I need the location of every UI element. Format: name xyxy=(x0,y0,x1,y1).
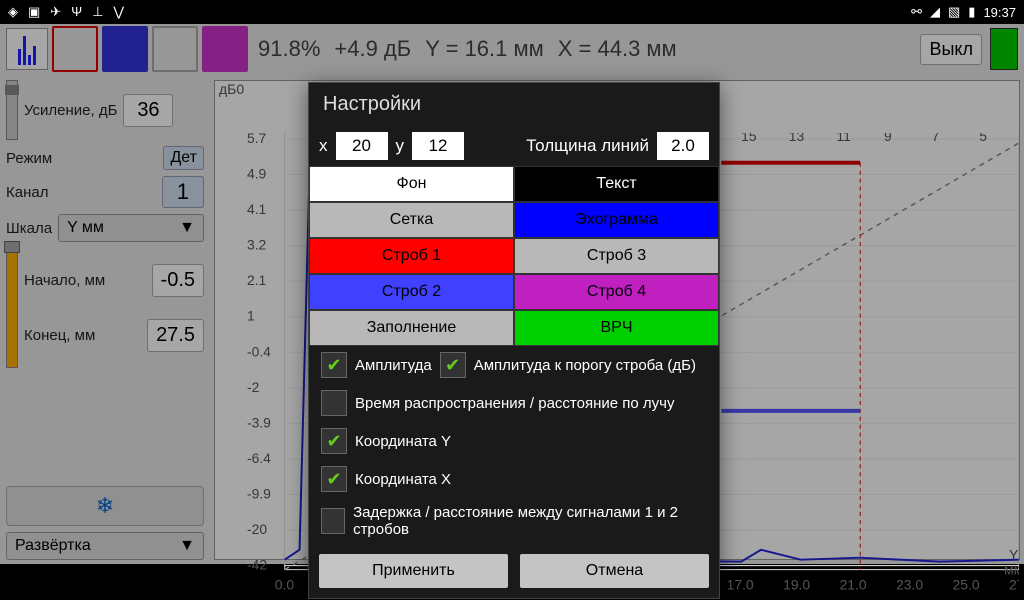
color-Заполнение[interactable]: Заполнение xyxy=(309,310,514,346)
apply-button[interactable]: Применить xyxy=(319,554,508,588)
checkbox[interactable]: ✔ xyxy=(440,352,466,378)
rocket-icon: ✈ xyxy=(50,4,61,20)
bluetooth-icon: ⚯ xyxy=(911,4,922,20)
check-label: Амплитуда xyxy=(355,357,432,374)
color-Строб 1[interactable]: Строб 1 xyxy=(309,238,514,274)
color-Строб 3[interactable]: Строб 3 xyxy=(514,238,719,274)
color-Строб 2[interactable]: Строб 2 xyxy=(309,274,514,310)
check-label: Координата Y xyxy=(355,433,451,450)
color-grid: ФонТекстСеткаЭхограммаСтроб 1Строб 3Стро… xyxy=(309,166,719,346)
svg-text:21.0: 21.0 xyxy=(840,576,867,592)
checkbox[interactable]: ✔ xyxy=(321,352,347,378)
thickness-input[interactable] xyxy=(657,132,709,160)
svg-text:17.0: 17.0 xyxy=(727,576,754,592)
color-Текст[interactable]: Текст xyxy=(514,166,719,202)
usb-icon: Ψ xyxy=(71,4,82,20)
wifi-icon: ◢ xyxy=(930,4,940,20)
settings-dialog: Настройки x y Толщина линий ФонТекстСетк… xyxy=(308,82,720,599)
check-label: Задержка / расстояние между сигналами 1 … xyxy=(353,504,707,538)
sync-icon: ⋁ xyxy=(113,4,124,20)
check-label: Координата X xyxy=(355,471,451,488)
checkbox[interactable] xyxy=(321,508,345,534)
android-status-bar: ◈ ▣ ✈ Ψ ⊥ ⋁ ⚯ ◢ ▧ ▮ 19:37 xyxy=(0,0,1024,24)
color-Сетка[interactable]: Сетка xyxy=(309,202,514,238)
color-Фон[interactable]: Фон xyxy=(309,166,514,202)
x-input[interactable] xyxy=(336,132,388,160)
svg-text:25.0: 25.0 xyxy=(953,576,980,592)
checkbox[interactable]: ✔ xyxy=(321,428,347,454)
checkbox[interactable]: ✔ xyxy=(321,466,347,492)
cancel-button[interactable]: Отмена xyxy=(520,554,709,588)
x-label: x xyxy=(319,136,328,156)
dialog-title: Настройки xyxy=(309,83,719,126)
color-ВРЧ[interactable]: ВРЧ xyxy=(514,310,719,346)
svg-text:0.0: 0.0 xyxy=(275,576,295,592)
checkbox[interactable] xyxy=(321,390,347,416)
check-row: ✔ Амплитуда ✔ Амплитуда к порогу строба (дБ… xyxy=(309,346,719,384)
image-icon: ▣ xyxy=(28,4,40,20)
svg-text:27.0: 27.0 xyxy=(1009,576,1019,592)
mic-icon: ⊥ xyxy=(92,4,103,20)
svg-text:19.0: 19.0 xyxy=(783,576,810,592)
check-row: Задержка / расстояние между сигналами 1 … xyxy=(309,498,719,544)
check-row: Время распространения / расстояние по лу… xyxy=(309,384,719,422)
y-label: y xyxy=(396,136,405,156)
check-label: Время распространения / расстояние по лу… xyxy=(355,395,674,412)
y-input[interactable] xyxy=(412,132,464,160)
svg-text:23.0: 23.0 xyxy=(896,576,923,592)
thickness-label: Толщина линий xyxy=(526,136,649,156)
color-Эхограмма[interactable]: Эхограмма xyxy=(514,202,719,238)
check-label: Амплитуда к порогу строба (дБ) xyxy=(474,357,696,374)
check-row: ✔ Координата Y xyxy=(309,422,719,460)
signal-icon: ▧ xyxy=(948,4,960,20)
clock: 19:37 xyxy=(983,5,1016,20)
status-icon: ◈ xyxy=(8,4,18,20)
color-Строб 4[interactable]: Строб 4 xyxy=(514,274,719,310)
battery-icon: ▮ xyxy=(968,4,975,20)
check-row: ✔ Координата X xyxy=(309,460,719,498)
